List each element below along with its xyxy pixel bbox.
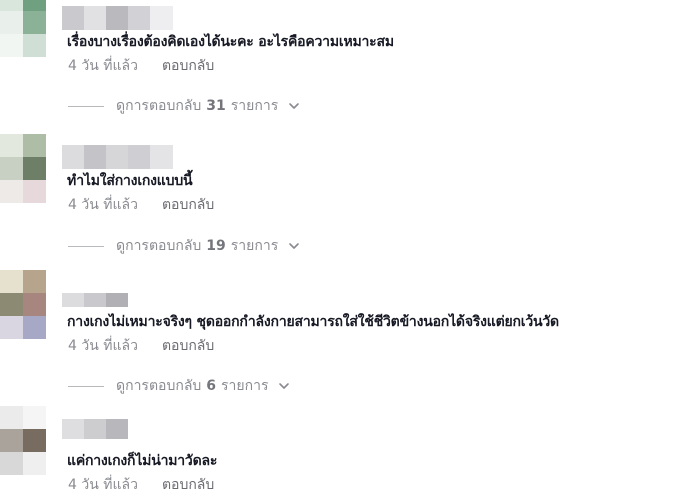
username-blurred[interactable] xyxy=(62,293,128,307)
username-pixel xyxy=(106,419,128,439)
view-replies-button[interactable]: ดูการตอบกลับ 6 รายการ xyxy=(68,376,290,396)
avatar-pixel xyxy=(0,316,23,339)
view-replies-prefix: ดูการตอบกลับ xyxy=(116,238,202,254)
reply-button[interactable]: ตอบกลับ xyxy=(162,338,214,354)
username-pixel xyxy=(150,145,173,169)
comment-text: กางเกงไม่เหมาะจริงๆ ชุดออกกำลังกายสามารถ… xyxy=(67,314,559,330)
avatar[interactable] xyxy=(0,270,46,340)
reply-count: 6 xyxy=(206,378,217,394)
username-pixel xyxy=(62,293,85,307)
avatar-pixel xyxy=(0,11,23,34)
username-pixel xyxy=(62,6,85,30)
username-pixel xyxy=(84,293,107,307)
comment-time: 4 วัน ที่แล้ว xyxy=(68,338,138,354)
reply-button[interactable]: ตอบกลับ xyxy=(162,58,214,74)
avatar-pixel xyxy=(23,293,46,316)
view-replies-suffix: รายการ xyxy=(221,378,269,394)
avatar-pixel xyxy=(0,0,23,11)
avatar-pixel xyxy=(0,429,23,452)
avatar-pixel xyxy=(0,270,23,293)
view-replies-button[interactable]: ดูการตอบกลับ 19 รายการ xyxy=(68,236,300,256)
view-replies-prefix: ดูการตอบกลับ xyxy=(116,98,202,114)
avatar-pixel xyxy=(23,0,46,11)
comment-meta: 4 วัน ที่แล้ว ตอบกลับ xyxy=(68,474,214,496)
avatar-pixel xyxy=(0,157,23,180)
avatar-pixel xyxy=(23,452,46,475)
divider-line xyxy=(68,245,104,247)
comment-time: 4 วัน ที่แล้ว xyxy=(68,58,138,74)
comment-meta: 4 วัน ที่แล้ว ตอบกลับ xyxy=(68,55,214,77)
username-pixel xyxy=(84,145,107,169)
comment-meta: 4 วัน ที่แล้ว ตอบกลับ xyxy=(68,194,214,216)
avatar-pixel xyxy=(23,11,46,34)
username-pixel xyxy=(128,6,151,30)
avatar-pixel xyxy=(23,406,46,429)
reply-button[interactable]: ตอบกลับ xyxy=(162,477,214,493)
username-pixel xyxy=(128,145,151,169)
avatar-pixel xyxy=(23,270,46,293)
chevron-down-icon xyxy=(289,243,300,249)
username-pixel xyxy=(106,145,129,169)
comment-text: แค่กางเกงก็ไม่น่ามาวัดละ xyxy=(67,453,218,469)
avatar-pixel xyxy=(0,180,23,203)
comment-time: 4 วัน ที่แล้ว xyxy=(68,197,138,213)
avatar-pixel xyxy=(23,157,46,180)
avatar-pixel xyxy=(23,316,46,339)
comment-text: ทำไมใส่กางเกงแบบนี้ xyxy=(67,173,193,189)
username-pixel xyxy=(84,419,107,439)
chevron-down-icon xyxy=(279,383,290,389)
avatar-pixel xyxy=(0,134,23,157)
username-pixel xyxy=(62,145,85,169)
avatar-pixel xyxy=(23,34,46,57)
view-replies-button[interactable]: ดูการตอบกลับ 31 รายการ xyxy=(68,96,300,116)
chevron-down-icon xyxy=(289,103,300,109)
divider-line xyxy=(68,105,104,107)
avatar[interactable] xyxy=(0,134,46,204)
reply-count: 19 xyxy=(206,238,226,254)
avatar-pixel xyxy=(23,429,46,452)
username-pixel xyxy=(150,6,173,30)
avatar-pixel xyxy=(0,293,23,316)
username-blurred[interactable] xyxy=(62,145,174,169)
username-pixel xyxy=(106,6,129,30)
username-blurred[interactable] xyxy=(62,6,174,30)
avatar-pixel xyxy=(0,406,23,429)
divider-line xyxy=(68,385,104,387)
view-replies-prefix: ดูการตอบกลับ xyxy=(116,378,202,394)
reply-count: 31 xyxy=(206,98,226,114)
avatar-pixel xyxy=(23,180,46,203)
avatar-pixel xyxy=(23,134,46,157)
reply-button[interactable]: ตอบกลับ xyxy=(162,197,214,213)
avatar-pixel xyxy=(0,452,23,475)
avatar[interactable] xyxy=(0,0,46,58)
comment-meta: 4 วัน ที่แล้ว ตอบกลับ xyxy=(68,335,214,357)
comment-list: เรื่องบางเรื่องต้องคิดเองได้นะคะ อะไรคือ… xyxy=(0,0,700,503)
view-replies-suffix: รายการ xyxy=(230,238,279,254)
avatar-pixel xyxy=(0,34,23,57)
comment-time: 4 วัน ที่แล้ว xyxy=(68,477,138,493)
view-replies-suffix: รายการ xyxy=(230,98,279,114)
username-pixel xyxy=(62,419,85,439)
username-pixel xyxy=(106,293,128,307)
username-pixel xyxy=(84,6,107,30)
avatar[interactable] xyxy=(0,406,46,476)
comment-text: เรื่องบางเรื่องต้องคิดเองได้นะคะ อะไรคือ… xyxy=(67,34,394,50)
username-blurred[interactable] xyxy=(62,419,128,439)
